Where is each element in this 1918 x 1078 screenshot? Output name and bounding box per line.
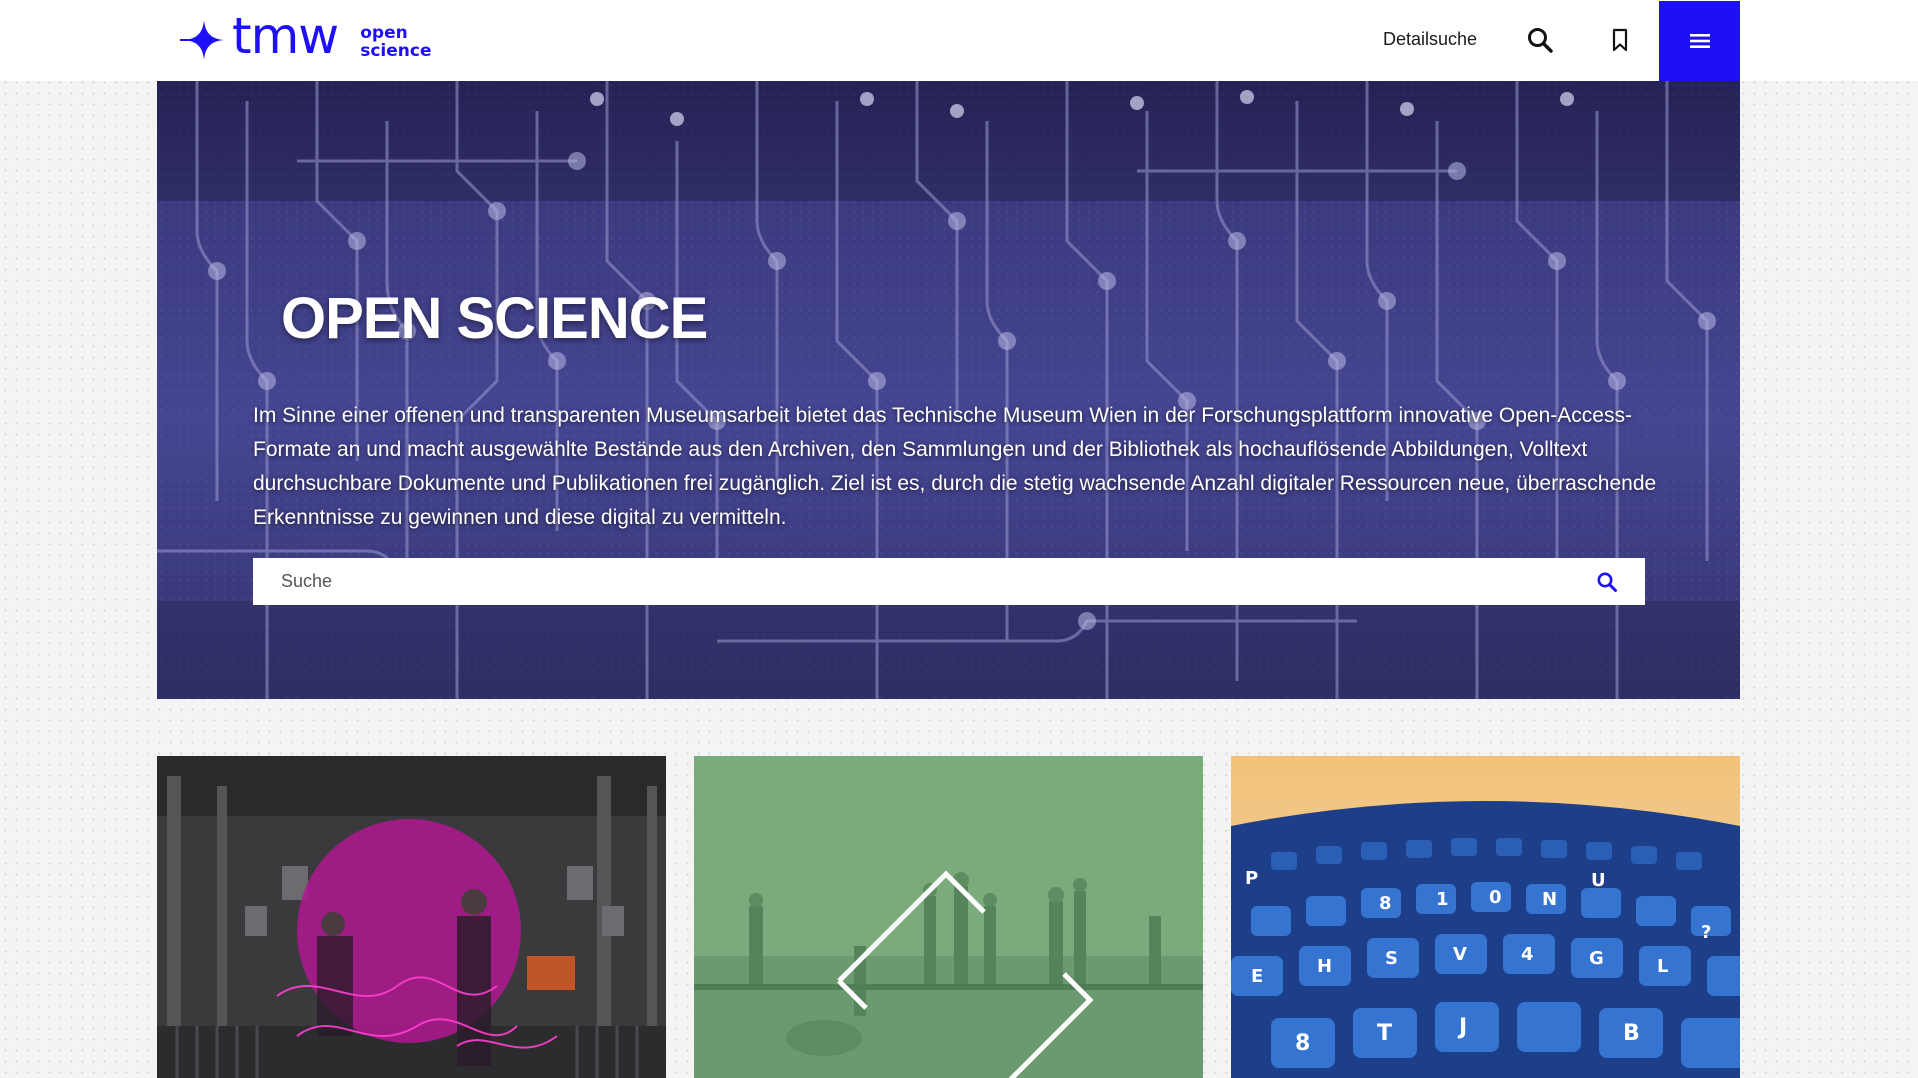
key-label: V: [1453, 944, 1467, 965]
logo-subtitle-line2: science: [360, 41, 432, 61]
search-icon: [1528, 28, 1553, 53]
collection-card-3[interactable]: 8 1 0 N E H S V 4 P G L U ? 8 T J B: [1231, 756, 1740, 1078]
top-navigation-bar: tmw open science Detailsuche: [0, 0, 1918, 81]
key-label: S: [1385, 948, 1398, 969]
key-label: 1: [1436, 889, 1449, 910]
search-submit-button[interactable]: [1591, 566, 1623, 598]
header-search-button[interactable]: [1520, 20, 1560, 60]
logo-wordmark: tmw: [232, 7, 339, 65]
menu-button[interactable]: [1659, 1, 1740, 81]
key-label: 8: [1379, 893, 1392, 914]
key-label: P: [1245, 868, 1258, 889]
key-label: ?: [1701, 922, 1711, 943]
photo-exhibit-image: [157, 756, 666, 1078]
bookmark-icon: [1612, 28, 1628, 52]
key-label: U: [1591, 870, 1606, 891]
search-input[interactable]: [253, 558, 1583, 605]
tmw-logo-home-link[interactable]: tmw open science: [180, 11, 431, 64]
key-label: J: [1457, 1015, 1467, 1040]
key-label: B: [1623, 1021, 1640, 1046]
key-label: G: [1589, 948, 1604, 969]
key-label: H: [1317, 956, 1332, 977]
page-title: OPEN SCIENCE: [281, 286, 708, 351]
sparkle-star-icon: [180, 20, 224, 60]
logo-subtitle-line1: open: [360, 23, 408, 43]
collection-card-2[interactable]: [694, 756, 1203, 1078]
railway-workers-image: [694, 756, 1203, 1078]
logo-subtitle: open science: [360, 24, 431, 60]
key-label: E: [1251, 966, 1263, 987]
hero-section: OPEN SCIENCE Im Sinne einer offenen und …: [157, 81, 1740, 699]
circuit-board-background-image: [157, 81, 1740, 699]
detailsuche-link[interactable]: Detailsuche: [1383, 29, 1477, 50]
key-label: L: [1657, 956, 1668, 977]
bookmarks-button[interactable]: [1600, 20, 1640, 60]
key-label: 8: [1295, 1031, 1310, 1056]
main-search-bar: [253, 558, 1645, 605]
key-label: 4: [1521, 944, 1534, 965]
collection-card-1[interactable]: [157, 756, 666, 1078]
key-label: T: [1377, 1021, 1392, 1046]
key-label: 0: [1489, 887, 1502, 908]
intro-text: Im Sinne einer offenen und transparenten…: [253, 404, 1657, 529]
search-icon: [1597, 572, 1617, 592]
hamburger-menu-icon: [1689, 34, 1710, 48]
key-label: N: [1542, 889, 1557, 910]
keyboard-image: 8 1 0 N E H S V 4 P G L U ? 8 T J B: [1231, 756, 1740, 1078]
